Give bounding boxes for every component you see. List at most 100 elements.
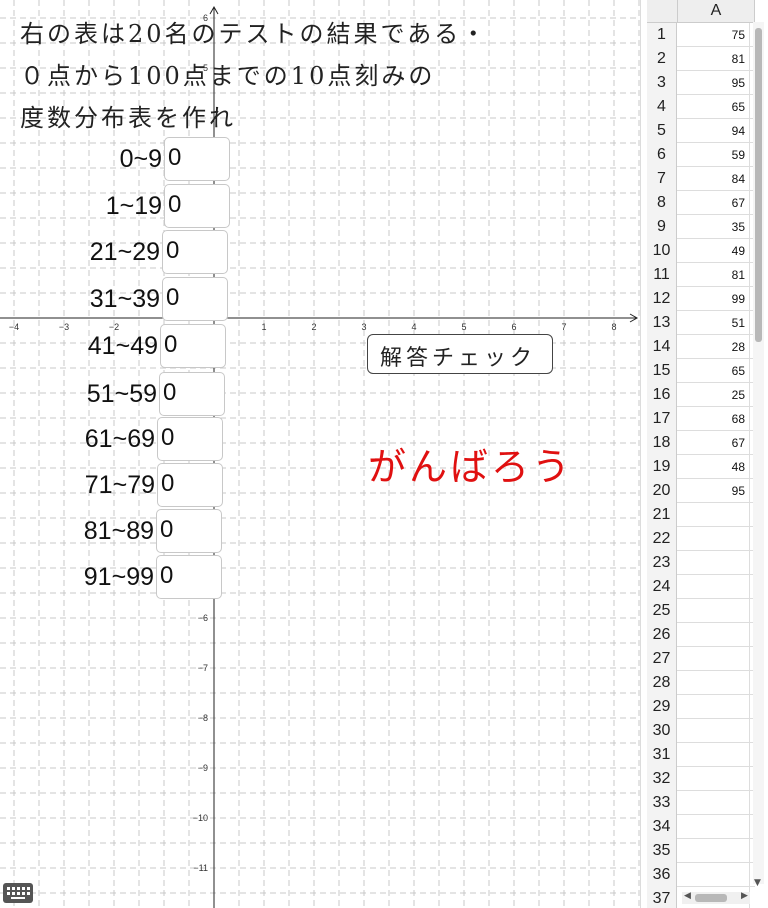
axis-tick-label: −8 xyxy=(198,713,208,723)
cell-value[interactable]: 59 xyxy=(678,143,750,167)
cell-value[interactable]: 48 xyxy=(678,455,750,479)
cell-value[interactable]: 25 xyxy=(678,383,750,407)
frequency-input[interactable]: 0 xyxy=(160,324,226,368)
row-number[interactable]: 37 xyxy=(647,887,677,908)
row-number[interactable]: 31 xyxy=(647,743,677,767)
row-number[interactable]: 30 xyxy=(647,719,677,743)
range-label: 0~9 xyxy=(119,145,162,173)
cell-value[interactable]: 81 xyxy=(678,47,750,71)
cell-value[interactable]: 95 xyxy=(678,71,750,95)
cell-value[interactable] xyxy=(678,503,750,527)
row-number[interactable]: 29 xyxy=(647,695,677,719)
cell-value[interactable] xyxy=(678,863,750,887)
row-number[interactable]: 3 xyxy=(647,71,677,95)
vertical-scroll-thumb[interactable] xyxy=(755,28,762,342)
row-number[interactable]: 35 xyxy=(647,839,677,863)
cell-value[interactable]: 28 xyxy=(678,335,750,359)
row-number[interactable]: 28 xyxy=(647,671,677,695)
frequency-input[interactable]: 0 xyxy=(157,463,223,507)
cell-value[interactable]: 81 xyxy=(678,263,750,287)
answer-check-button[interactable]: 解答チェック xyxy=(367,334,553,374)
row-number[interactable]: 1 xyxy=(647,23,677,47)
row-number[interactable]: 33 xyxy=(647,791,677,815)
frequency-input[interactable]: 0 xyxy=(159,372,225,416)
cell-value[interactable]: 51 xyxy=(678,311,750,335)
cell-value[interactable]: 67 xyxy=(678,431,750,455)
keyboard-icon[interactable] xyxy=(3,883,33,903)
cell-value[interactable]: 65 xyxy=(678,359,750,383)
row-number[interactable]: 17 xyxy=(647,407,677,431)
row-number[interactable]: 21 xyxy=(647,503,677,527)
cell-value[interactable] xyxy=(678,839,750,863)
frequency-input[interactable]: 0 xyxy=(164,137,230,181)
spreadsheet-view[interactable]: A 1 75 2 81 3 95 4 65 5 94 6 59 7 84 8 67 9 35 10 49 11 81 12 9… xyxy=(640,0,768,908)
cell-value[interactable] xyxy=(678,815,750,839)
row-number[interactable]: 12 xyxy=(647,287,677,311)
column-header-a[interactable]: A xyxy=(678,0,755,23)
cell-value[interactable] xyxy=(678,671,750,695)
row-number[interactable]: 24 xyxy=(647,575,677,599)
axis-tick-label: 4 xyxy=(411,322,416,332)
graphics-view[interactable]: −4 −3 −2 1 2 3 4 5 6 7 8 6 5 −6 −7 −8 −9 −10 −11 右の表は20名のテ… xyxy=(0,0,640,908)
row-number[interactable]: 26 xyxy=(647,623,677,647)
frequency-input[interactable]: 0 xyxy=(156,509,222,553)
table-row: 24 xyxy=(647,575,755,599)
frequency-input[interactable]: 0 xyxy=(164,184,230,228)
row-number[interactable]: 15 xyxy=(647,359,677,383)
row-number[interactable]: 7 xyxy=(647,167,677,191)
row-number[interactable]: 10 xyxy=(647,239,677,263)
cell-value[interactable]: 75 xyxy=(678,23,750,47)
range-label: 81~89 xyxy=(83,517,154,545)
table-row: 20 95 xyxy=(647,479,755,503)
frequency-input[interactable]: 0 xyxy=(156,555,222,599)
horizontal-scroll-thumb[interactable] xyxy=(695,894,727,902)
row-number[interactable]: 13 xyxy=(647,311,677,335)
row-number[interactable]: 27 xyxy=(647,647,677,671)
cell-value[interactable] xyxy=(678,719,750,743)
cell-value[interactable] xyxy=(678,791,750,815)
cell-value[interactable] xyxy=(678,695,750,719)
cell-value[interactable]: 35 xyxy=(678,215,750,239)
cell-value[interactable] xyxy=(678,551,750,575)
cell-value[interactable]: 94 xyxy=(678,119,750,143)
cell-value[interactable] xyxy=(678,647,750,671)
row-number[interactable]: 6 xyxy=(647,143,677,167)
row-number[interactable]: 32 xyxy=(647,767,677,791)
row-number[interactable]: 16 xyxy=(647,383,677,407)
cell-value[interactable]: 95 xyxy=(678,479,750,503)
row-number[interactable]: 36 xyxy=(647,863,677,887)
cell-value[interactable]: 68 xyxy=(678,407,750,431)
row-number[interactable]: 9 xyxy=(647,215,677,239)
arrow-right-icon[interactable]: ▶ xyxy=(741,891,748,901)
row-number[interactable]: 18 xyxy=(647,431,677,455)
arrow-left-icon[interactable]: ◀ xyxy=(684,891,691,901)
cell-value[interactable] xyxy=(678,599,750,623)
arrow-down-icon[interactable]: ▼ xyxy=(754,878,761,888)
cell-value[interactable] xyxy=(678,623,750,647)
row-number[interactable]: 4 xyxy=(647,95,677,119)
cell-value[interactable] xyxy=(678,767,750,791)
row-number[interactable]: 20 xyxy=(647,479,677,503)
frequency-input[interactable]: 0 xyxy=(162,230,228,274)
cell-value[interactable]: 65 xyxy=(678,95,750,119)
cell-value[interactable]: 99 xyxy=(678,287,750,311)
cell-value[interactable] xyxy=(678,743,750,767)
row-number[interactable]: 19 xyxy=(647,455,677,479)
table-row: 8 67 xyxy=(647,191,755,215)
row-number[interactable]: 5 xyxy=(647,119,677,143)
row-number[interactable]: 22 xyxy=(647,527,677,551)
row-number[interactable]: 11 xyxy=(647,263,677,287)
row-number[interactable]: 23 xyxy=(647,551,677,575)
cell-value[interactable]: 84 xyxy=(678,167,750,191)
row-number[interactable]: 34 xyxy=(647,815,677,839)
row-number[interactable]: 2 xyxy=(647,47,677,71)
cell-value[interactable] xyxy=(678,527,750,551)
row-number[interactable]: 8 xyxy=(647,191,677,215)
row-number[interactable]: 14 xyxy=(647,335,677,359)
cell-value[interactable]: 49 xyxy=(678,239,750,263)
row-number[interactable]: 25 xyxy=(647,599,677,623)
cell-value[interactable]: 67 xyxy=(678,191,750,215)
cell-value[interactable] xyxy=(678,575,750,599)
frequency-input[interactable]: 0 xyxy=(157,417,223,461)
frequency-input[interactable]: 0 xyxy=(162,277,228,321)
